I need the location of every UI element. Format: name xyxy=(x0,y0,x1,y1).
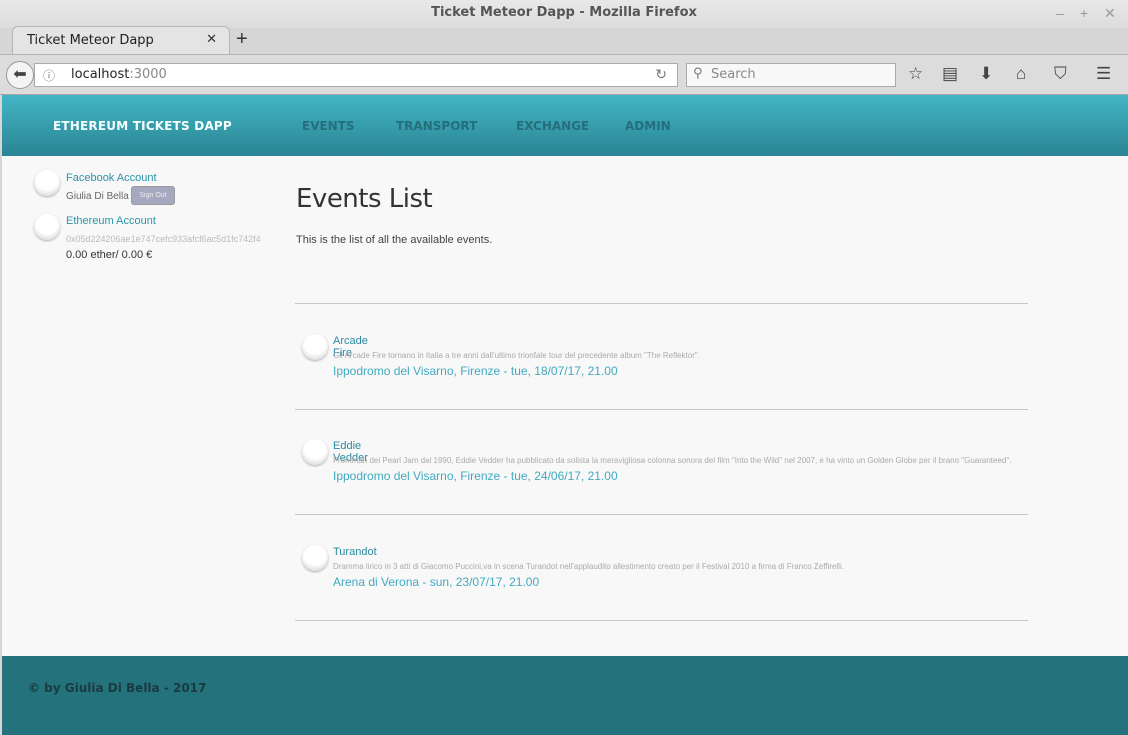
page-title: Events List xyxy=(296,184,433,214)
bookmark-star-icon[interactable]: ☆ xyxy=(908,64,923,84)
nav-exchange[interactable]: EXCHANGE xyxy=(516,119,589,133)
event-description: Gli Arcade Fire tornano in Italia a tre … xyxy=(333,351,700,360)
nav-admin[interactable]: ADMIN xyxy=(625,119,671,133)
close-window-icon[interactable]: ✕ xyxy=(1104,5,1116,22)
url-host: localhost xyxy=(71,67,130,82)
ethereum-address: 0x05d224206ae1e747cefc933afcf6ac5d1fc742… xyxy=(66,234,261,244)
event-location: Ippodromo del Visarno, Firenze - tue, 24… xyxy=(333,469,618,483)
url-port: :3000 xyxy=(129,67,167,82)
page-lead: This is the list of all the available ev… xyxy=(296,234,493,246)
event-location: Ippodromo del Visarno, Firenze - tue, 18… xyxy=(333,364,618,378)
pocket-icon[interactable]: ⛉ xyxy=(1054,64,1067,84)
brand-link[interactable]: ETHEREUM TICKETS DAPP xyxy=(53,119,232,133)
ethereum-balance: 0.00 ether/ 0.00 € xyxy=(66,249,153,261)
nav-events[interactable]: EVENTS xyxy=(302,119,355,133)
event-description: Frontman dei Pearl Jam dal 1990, Eddie V… xyxy=(333,456,1012,465)
url-bar[interactable]: ⓘ localhost:3000 ↻ xyxy=(34,63,678,87)
menu-icon[interactable]: ☰ xyxy=(1096,64,1111,84)
search-icon: ⚲ xyxy=(693,66,703,81)
browser-tab[interactable]: Ticket Meteor Dapp ✕ xyxy=(12,26,230,55)
tab-label: Ticket Meteor Dapp xyxy=(27,33,154,48)
event-avatar xyxy=(302,545,328,571)
main-content: Facebook Account Giulia Di Bella Sign Ou… xyxy=(2,156,1128,656)
reading-list-icon[interactable]: ▤ xyxy=(942,64,958,84)
facebook-avatar xyxy=(34,170,60,196)
window-title: Ticket Meteor Dapp - Mozilla Firefox xyxy=(431,5,697,20)
back-button[interactable]: ⬅ xyxy=(6,61,34,89)
navigation-toolbar: ⓘ localhost:3000 ↻ ⬅ ⚲ Search ☆ ▤ ⬇ ⌂ ⛉ ☰ xyxy=(0,54,1128,95)
ethereum-account-link[interactable]: Ethereum Account xyxy=(66,215,156,227)
maximize-icon[interactable]: + xyxy=(1080,5,1088,21)
event-description: Dramma lirico in 3 atti di Giacomo Pucci… xyxy=(333,562,844,571)
ethereum-avatar xyxy=(34,214,60,240)
facebook-user-name: Giulia Di Bella xyxy=(66,191,129,202)
divider xyxy=(295,409,1028,410)
minimize-icon[interactable]: – xyxy=(1056,5,1064,21)
event-avatar xyxy=(302,439,328,465)
back-arrow-icon: ⬅ xyxy=(13,66,27,83)
divider xyxy=(295,514,1028,515)
search-input[interactable]: ⚲ Search xyxy=(686,63,896,87)
site-footer: © by Giulia Di Bella - 2017 xyxy=(2,656,1128,735)
reload-icon[interactable]: ↻ xyxy=(655,67,667,83)
event-location: Arena di Verona - sun, 23/07/17, 21.00 xyxy=(333,575,540,589)
copyright-text: © by Giulia Di Bella - 2017 xyxy=(28,681,207,695)
event-avatar xyxy=(302,334,328,360)
facebook-account-link[interactable]: Facebook Account xyxy=(66,172,157,184)
download-icon[interactable]: ⬇ xyxy=(979,64,993,84)
sign-out-button[interactable]: Sign Out xyxy=(131,186,175,205)
home-icon[interactable]: ⌂ xyxy=(1016,64,1026,84)
divider xyxy=(295,303,1028,304)
site-header: ETHEREUM TICKETS DAPP EVENTS TRANSPORT E… xyxy=(2,95,1128,156)
new-tab-icon[interactable]: + xyxy=(236,28,248,51)
close-tab-icon[interactable]: ✕ xyxy=(206,32,217,47)
event-name[interactable]: Turandot xyxy=(333,546,377,558)
info-icon[interactable]: ⓘ xyxy=(43,67,55,84)
search-placeholder: Search xyxy=(711,67,756,82)
nav-transport[interactable]: TRANSPORT xyxy=(396,119,477,133)
window-titlebar: Ticket Meteor Dapp - Mozilla Firefox xyxy=(0,0,1128,28)
divider xyxy=(295,620,1028,621)
